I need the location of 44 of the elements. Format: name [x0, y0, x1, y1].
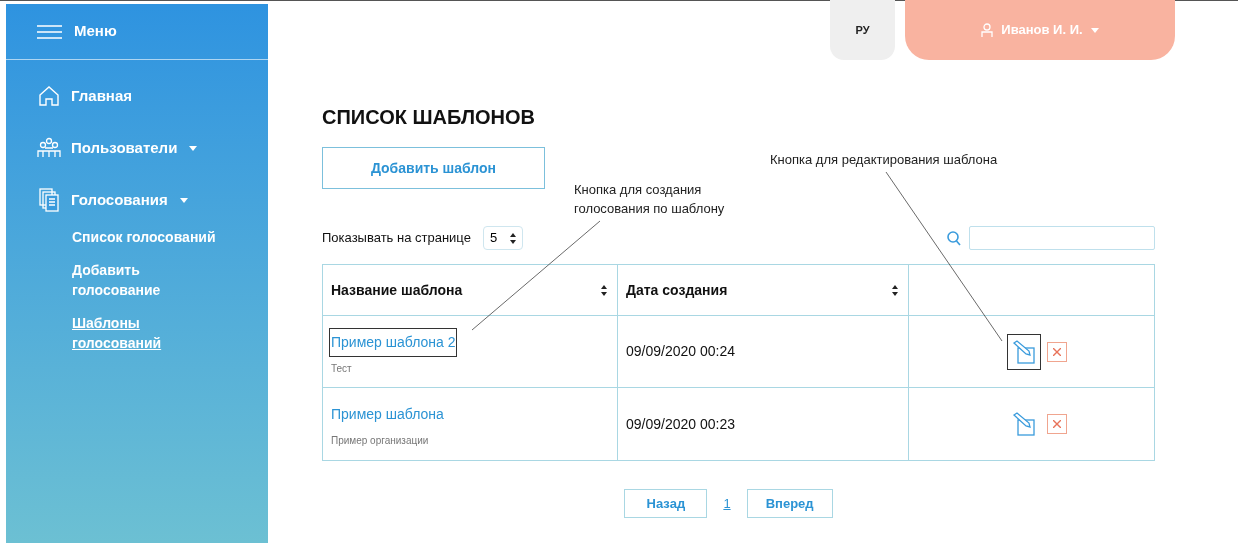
- sort-icon[interactable]: [892, 284, 898, 296]
- template-link[interactable]: Пример шаблона: [329, 400, 446, 429]
- page-title: СПИСОК ШАБЛОНОВ: [322, 105, 536, 130]
- nav-subitem[interactable]: Шаблоны голосований: [72, 313, 222, 353]
- delete-button[interactable]: [1046, 414, 1067, 434]
- documents-icon: [39, 188, 59, 212]
- menu-label[interactable]: Меню: [74, 20, 117, 43]
- close-icon: [1052, 347, 1061, 356]
- template-link[interactable]: Пример шаблона 2: [329, 327, 458, 357]
- language-button[interactable]: РУ: [830, 0, 895, 60]
- search-field[interactable]: [969, 226, 1155, 250]
- page-number-link[interactable]: 1: [721, 493, 733, 514]
- users-icon: [37, 137, 61, 159]
- page-size-select[interactable]: 5: [482, 226, 523, 250]
- nav-item[interactable]: Главная: [71, 84, 132, 108]
- annotation-text: Кнопка для создания голосования по шаблону: [574, 181, 726, 218]
- delete-button[interactable]: [1046, 341, 1067, 362]
- sort-icon[interactable]: [601, 284, 607, 296]
- previous-page-button[interactable]: Назад: [624, 489, 708, 518]
- nav-subitem[interactable]: Добавить голосование: [72, 260, 222, 300]
- close-icon: [1052, 420, 1061, 428]
- caret-icon: [1090, 27, 1099, 33]
- sort-icon: [509, 232, 516, 244]
- page-size-label: Показывать на странице: [322, 229, 471, 248]
- menu-icon[interactable]: [37, 24, 62, 39]
- add-template-button[interactable]: Добавить шаблон: [322, 147, 545, 189]
- column-header[interactable]: Дата создания: [626, 279, 728, 301]
- template-subtitle: Тест: [330, 361, 353, 376]
- nav-item[interactable]: Голосования: [71, 188, 188, 212]
- edit-button[interactable]: [1006, 333, 1041, 370]
- nav-item[interactable]: Пользователи: [71, 136, 198, 160]
- user-menu-button[interactable]: Иванов И. И.: [905, 0, 1175, 60]
- template-subtitle: Пример организации: [330, 434, 430, 448]
- table-cell-text: 09/09/2020 00:24: [626, 342, 735, 361]
- home-icon: [38, 85, 60, 107]
- next-page-button[interactable]: Вперед: [746, 489, 833, 518]
- column-header[interactable]: Название шаблона: [331, 279, 463, 301]
- search-icon[interactable]: [947, 230, 961, 246]
- annotation-text: Кнопка для редактирования шаблона: [770, 151, 998, 169]
- table-cell-text: 09/09/2020 00:23: [626, 414, 735, 434]
- pencil-icon: [1011, 412, 1036, 436]
- pencil-icon: [1011, 339, 1036, 364]
- nav-subitem[interactable]: Список голосований: [72, 227, 222, 247]
- user-icon: [981, 23, 994, 37]
